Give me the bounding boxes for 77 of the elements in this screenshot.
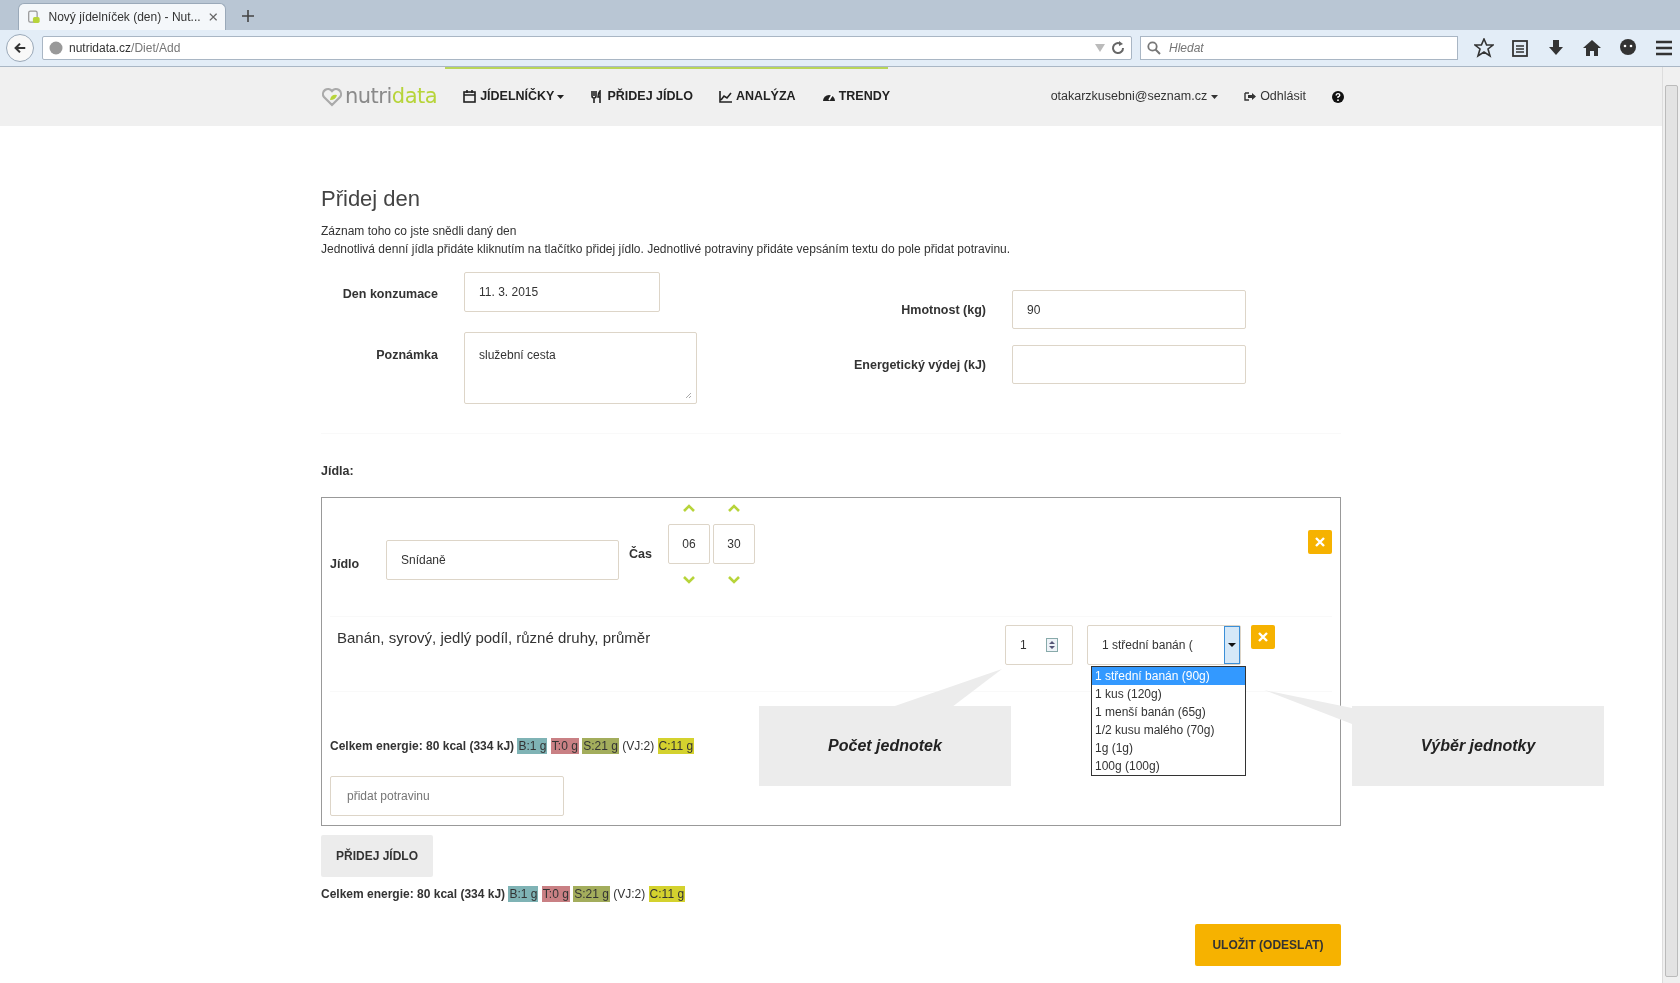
caret-icon <box>1211 94 1219 99</box>
nutrient-text: (VJ:2) <box>613 887 646 902</box>
section-label: Jídla: <box>321 463 355 481</box>
callout: Výběr jednotky <box>1352 706 1604 787</box>
save-button[interactable]: ULOŽIT (ODESLAT) <box>1195 924 1341 967</box>
nav-link[interactable]: PŘIDEJ JÍDLO <box>590 87 693 106</box>
bookmark-star-icon[interactable] <box>1474 38 1494 58</box>
field-label: Den konzumace <box>341 286 438 304</box>
nutrient-tag: S:21 g <box>582 738 619 755</box>
scrollbar[interactable] <box>1662 67 1680 983</box>
meal-name-field[interactable]: Snídaně <box>386 540 619 581</box>
unit-option[interactable]: 1 kus (120g) <box>1092 685 1245 704</box>
user-menu[interactable]: otakarzkusebni@seznam.cz <box>1050 87 1219 106</box>
quantity-field[interactable]: 1 <box>1005 625 1073 666</box>
add-meal-button[interactable]: PŘIDEJ JÍDLO <box>321 835 434 878</box>
back-button[interactable] <box>6 34 34 62</box>
browser-tab[interactable]: Nový jídelníček (den) - Nut... <box>18 3 226 30</box>
weight-field[interactable]: 90 <box>1012 290 1246 330</box>
heart-leaf-icon <box>321 86 343 107</box>
home-icon[interactable] <box>1582 38 1602 58</box>
nutrient-tag: C:11 g <box>648 886 686 903</box>
back-arrow-icon <box>13 40 27 56</box>
field-label: Hmotnost (kg) <box>900 301 986 319</box>
calendar-icon <box>463 90 478 103</box>
close-icon[interactable] <box>208 12 217 22</box>
field-label: Čas <box>629 545 652 564</box>
nutrient-text: (VJ:2) <box>622 739 655 754</box>
url-text: nutridata.cz/Diet/Add <box>69 40 182 57</box>
nav-link[interactable]: ANALÝZA <box>718 87 796 106</box>
nutrient-tag: C:11 g <box>657 738 695 755</box>
nutrient-tag: S:21 g <box>573 886 610 903</box>
note-field[interactable]: služební cesta <box>464 332 697 405</box>
add-food-field[interactable]: přidat potravinu <box>330 776 564 817</box>
minute-field[interactable]: 30 <box>712 524 755 565</box>
unit-option[interactable]: 1 menší banán (65g) <box>1092 703 1245 722</box>
hour-field[interactable]: 06 <box>667 524 710 565</box>
unit-select[interactable]: 1 střední banán ( <box>1087 625 1241 666</box>
address-bar[interactable]: nutridata.cz/Diet/Add <box>42 36 1132 60</box>
energy-total: Celkem energie: 80 kcal (334 kJ) <box>321 887 506 902</box>
close-icon <box>1258 632 1268 643</box>
unit-option[interactable]: 1/2 kusu malého (70g) <box>1092 721 1245 740</box>
nutrient-tag: T:0 g <box>550 738 579 755</box>
help-icon[interactable] <box>1332 90 1344 103</box>
line-chart-icon <box>718 90 733 103</box>
food-name: Banán, syrový, jedlý podíl, různé druhy, průměr <box>336 628 652 649</box>
resize-grip-icon[interactable] <box>685 392 692 400</box>
tab-title: Nový jídelníček (den) - Nut... <box>48 9 201 26</box>
date-field[interactable]: 11. 3. 2015 <box>464 272 660 313</box>
nav-link[interactable]: TRENDY <box>821 87 891 106</box>
sign-out-icon <box>1244 91 1257 102</box>
spinner-icon <box>1046 638 1058 653</box>
field-label: Poznámka <box>375 347 438 365</box>
search-field[interactable]: Hledat <box>1140 36 1458 60</box>
globe-icon <box>49 41 63 55</box>
add-food-input[interactable]: přidat potravinu <box>345 786 549 807</box>
menu-icon[interactable] <box>1654 38 1674 58</box>
clipboard-icon[interactable] <box>1510 38 1530 58</box>
unit-option[interactable]: 100g (100g) <box>1092 757 1245 776</box>
nutrient-tag: B:1 g <box>517 738 548 755</box>
close-icon <box>1315 537 1325 548</box>
page-title: Přidej den <box>321 186 422 213</box>
new-tab-icon[interactable] <box>242 10 254 22</box>
energy-total: Celkem energie: 80 kcal (334 kJ) <box>330 739 515 754</box>
intro-text: Jednotlivá denní jídla přidáte kliknutím na tlačítko přidej jídlo. Jednotlivé potraviny přidáte vepsáním textu do pole přidat potravinu. <box>321 241 1012 259</box>
search-icon <box>1147 41 1161 55</box>
field-label: Jídlo <box>330 556 361 574</box>
nutrient-tag: B:1 g <box>508 886 539 903</box>
logout-link[interactable]: Odhlásit <box>1244 87 1306 106</box>
energy-field[interactable] <box>1012 345 1246 385</box>
nutrient-tag: T:0 g <box>541 886 570 903</box>
page-icon <box>27 9 41 25</box>
reload-icon[interactable] <box>1111 41 1125 55</box>
search-input[interactable]: Hledat <box>1167 38 1447 58</box>
unit-option[interactable]: 1g (1g) <box>1092 739 1245 758</box>
nav-link[interactable]: JÍDELNÍČKY <box>463 87 565 106</box>
intro-text: Záznam toho co jste snědli daný den <box>321 223 518 241</box>
field-label: Energetický výdej (kJ) <box>853 356 986 374</box>
